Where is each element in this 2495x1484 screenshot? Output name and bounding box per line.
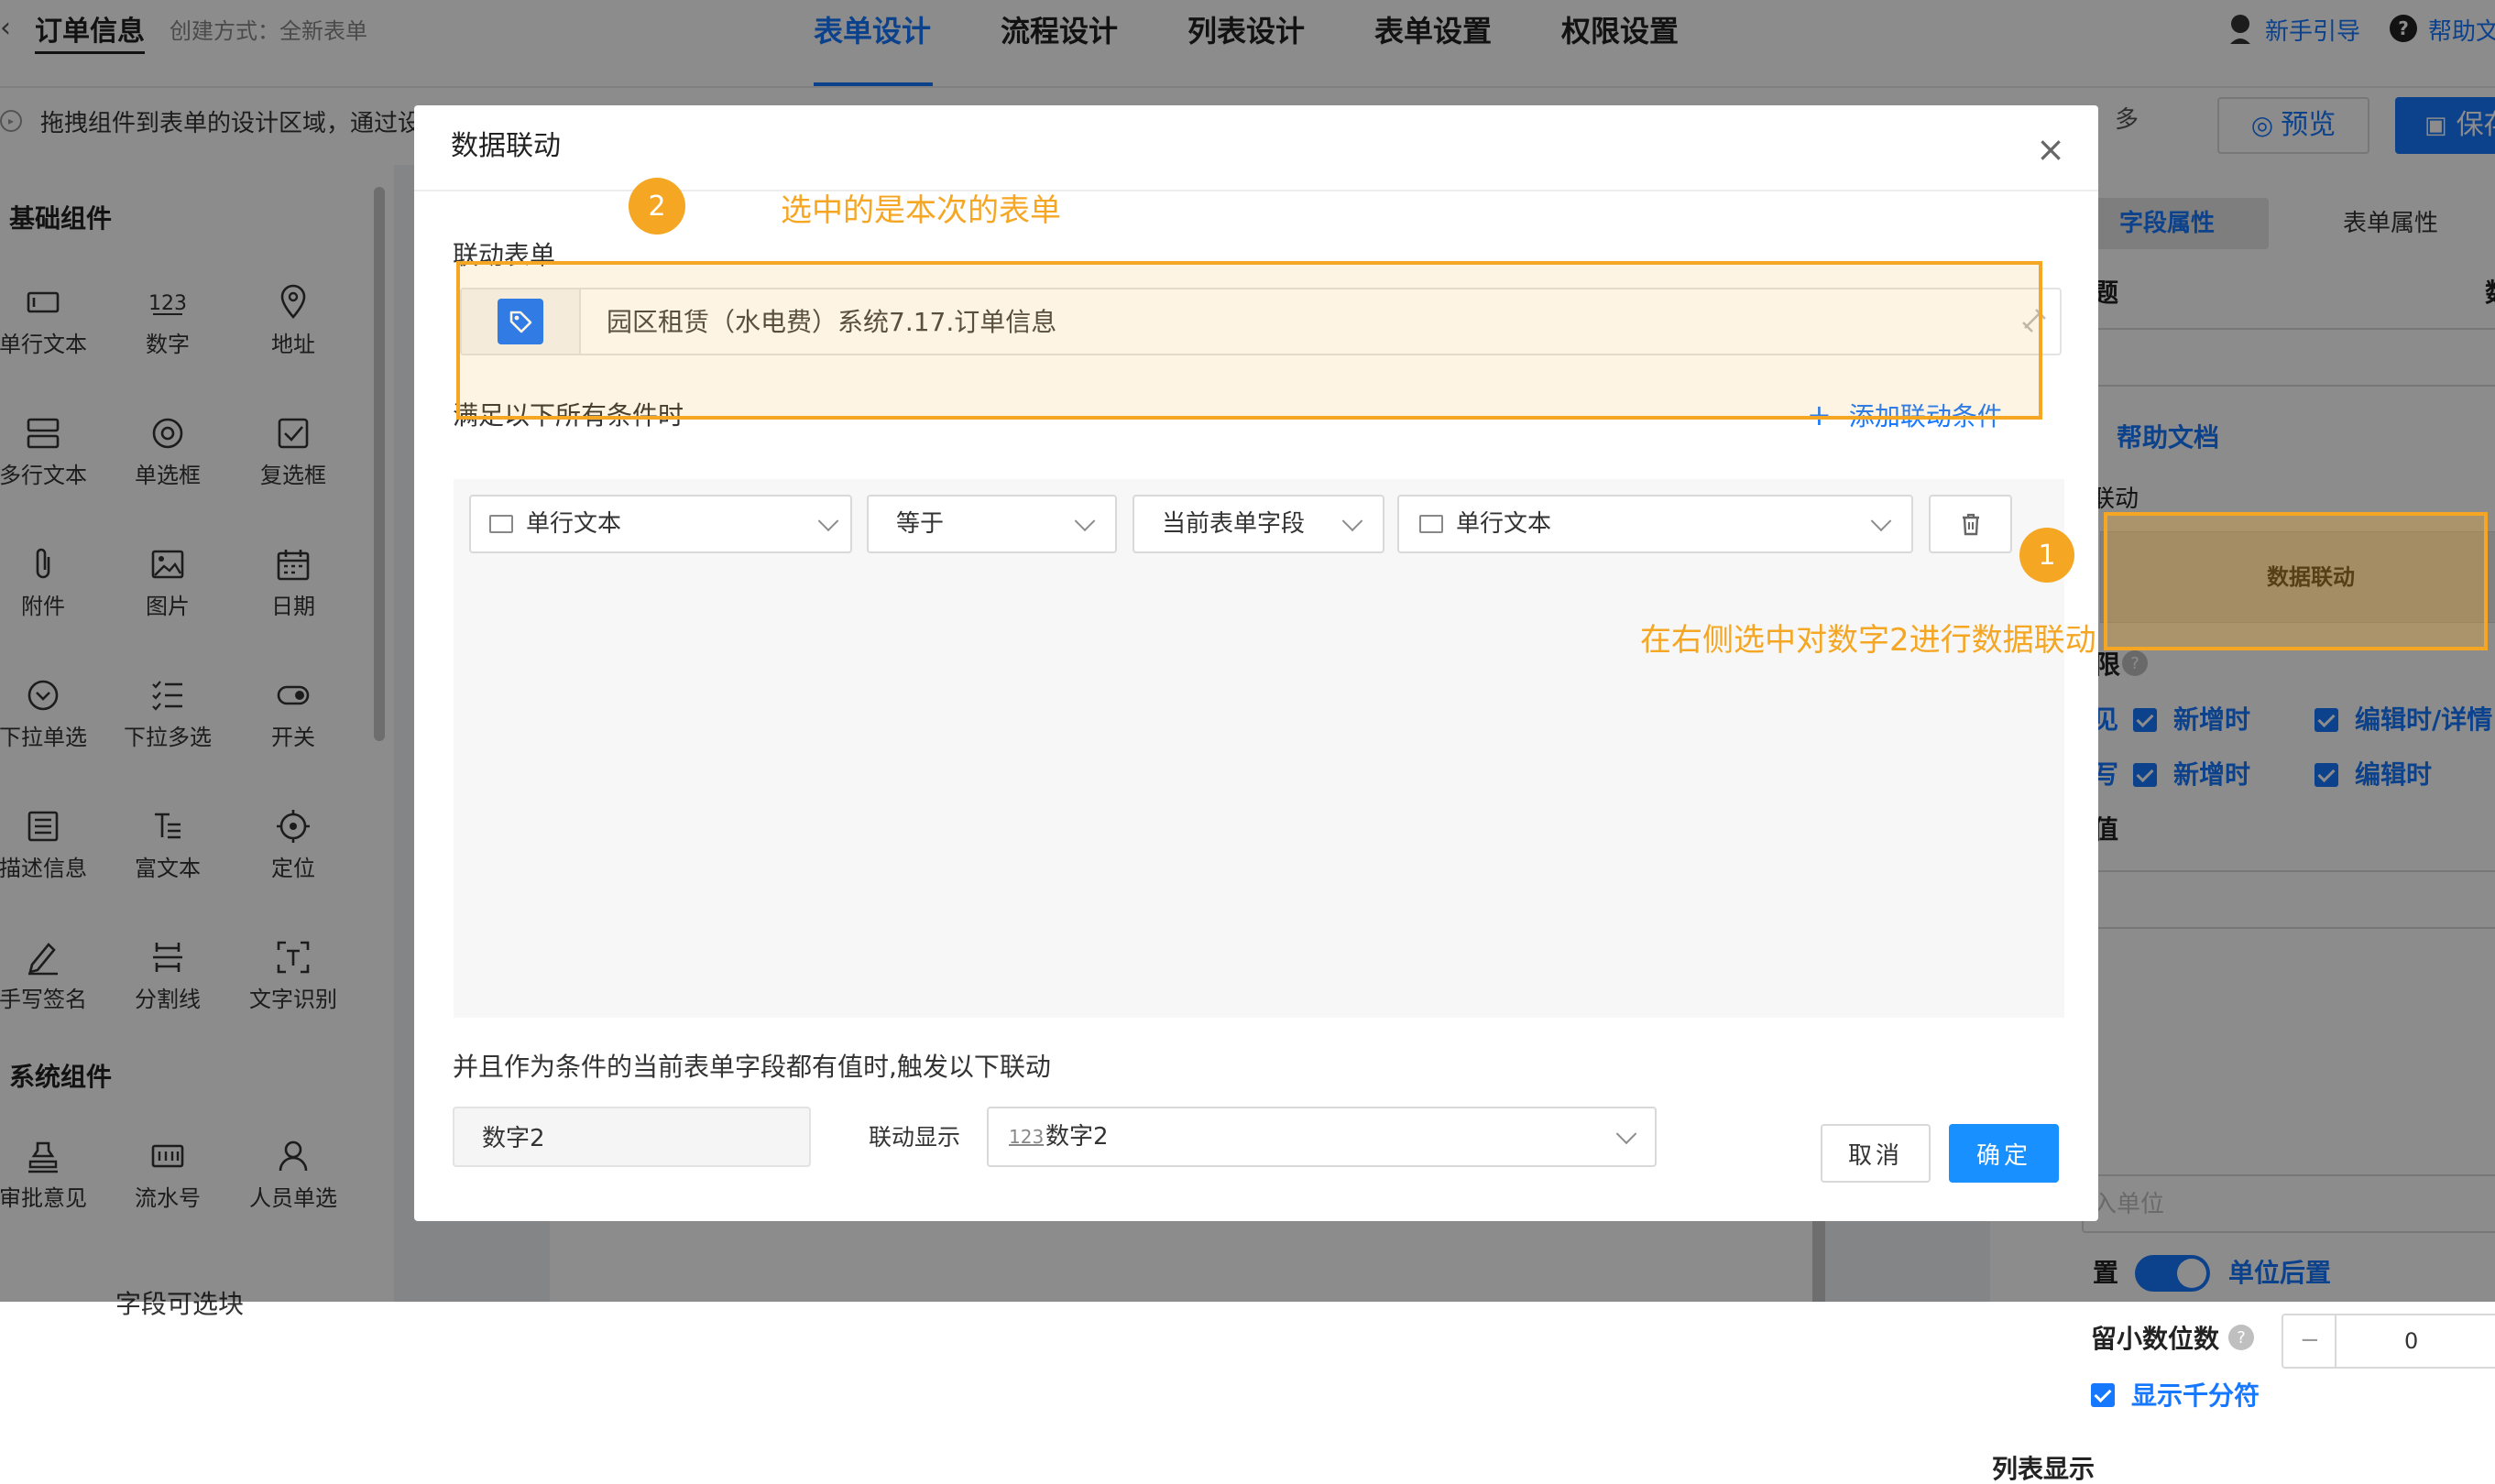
text-field-icon: [489, 515, 513, 533]
trash-icon: [1962, 513, 1979, 536]
condition-operator-value: 等于: [896, 510, 945, 538]
result-field-value: 数字2: [482, 1125, 545, 1152]
condition-source-value: 当前表单字段: [1162, 510, 1306, 538]
result-field-display: 数字2: [453, 1107, 811, 1167]
linkage-action-label: 联动显示: [869, 1124, 961, 1151]
decimals-value: 0: [2404, 1328, 2419, 1354]
chevron-down-icon: [1341, 510, 1363, 532]
thousands-label: 显示千分符: [2131, 1380, 2260, 1411]
annotation-note-2: 在右侧选中对数字2进行数据联动: [1640, 622, 2096, 659]
close-icon[interactable]: ×: [2030, 129, 2071, 169]
result-target-select[interactable]: 123 数字2: [987, 1107, 1657, 1167]
list-display-title: 列表显示: [1992, 1454, 2096, 1484]
decimals-minus[interactable]: −: [2300, 1328, 2320, 1352]
chevron-down-icon: [817, 510, 839, 532]
annotation-badge-1: 1: [2019, 528, 2074, 583]
condition-source-select[interactable]: 当前表单字段: [1133, 495, 1384, 553]
annotation-box-data-linkage: [2104, 512, 2488, 650]
condition-area: 单行文本 等于 当前表单字段 单行文本: [454, 479, 2064, 1018]
condition-target-value: 单行文本: [1456, 510, 1552, 538]
chevron-down-icon: [1870, 510, 1892, 532]
cancel-label: 取消: [1847, 1141, 1903, 1170]
annotation-note-1: 选中的是本次的表单: [781, 192, 1061, 229]
trigger-text: 并且作为条件的当前表单字段都有值时,触发以下联动: [453, 1052, 1051, 1082]
ok-button[interactable]: 确定: [1949, 1124, 2059, 1183]
condition-field-value: 单行文本: [526, 510, 622, 538]
chevron-down-icon: [1615, 1123, 1637, 1145]
condition-field-select[interactable]: 单行文本: [469, 495, 852, 553]
ok-label: 确定: [1975, 1141, 2031, 1170]
decimals-help-icon: ?: [2228, 1325, 2254, 1350]
annotation-box-linked-form: [456, 261, 2042, 420]
cancel-button[interactable]: 取消: [1821, 1124, 1931, 1183]
number-field-icon: 123: [1009, 1126, 1045, 1148]
decimals-label: 留小数位数: [2091, 1324, 2220, 1354]
decimals-stepper[interactable]: − 0: [2282, 1314, 2495, 1369]
thousands-checkbox[interactable]: [2091, 1383, 2115, 1407]
delete-condition-button[interactable]: [1929, 495, 2012, 553]
chevron-down-icon: [1074, 510, 1096, 532]
text-field-icon: [1419, 515, 1443, 533]
modal-title: 数据联动: [451, 130, 561, 162]
condition-target-select[interactable]: 单行文本: [1397, 495, 1913, 553]
result-target-value: 数字2: [1045, 1123, 1109, 1151]
annotation-badge-2: 2: [629, 178, 685, 235]
condition-operator-select[interactable]: 等于: [867, 495, 1117, 553]
